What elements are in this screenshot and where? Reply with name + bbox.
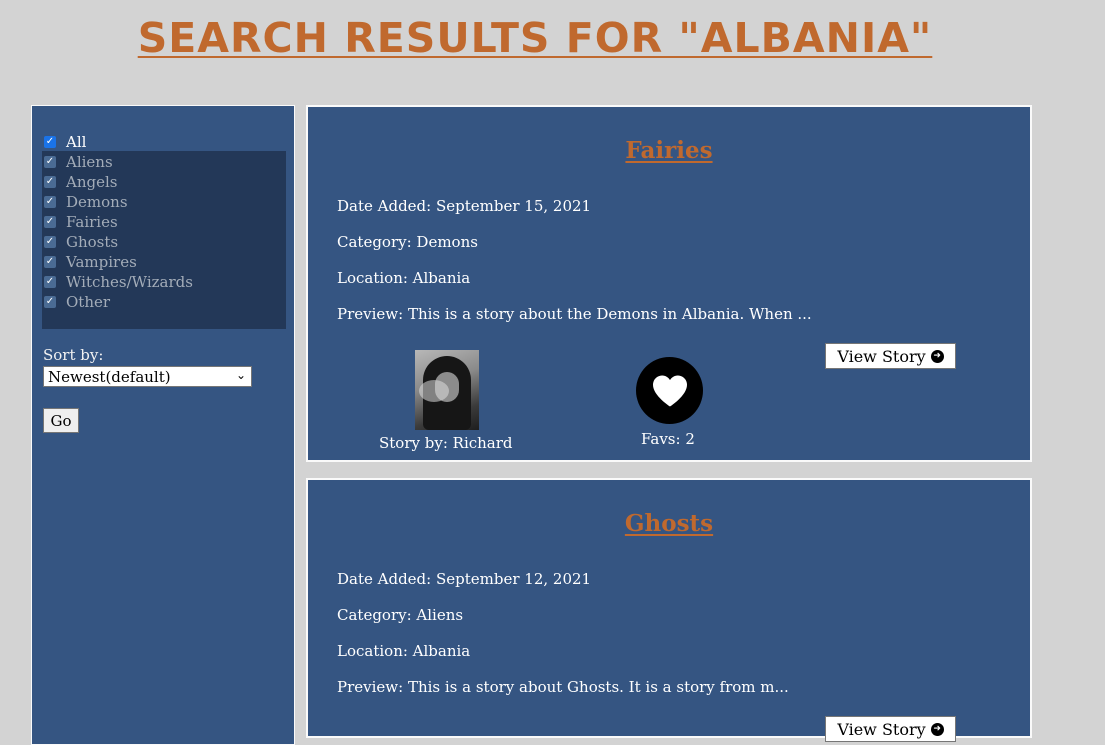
filter-label: Demons xyxy=(66,193,128,211)
story-preview: Preview: This is a story about the Demon… xyxy=(337,305,812,323)
view-story-label: View Story xyxy=(837,346,926,366)
checkbox-checked-icon[interactable]: ✓ xyxy=(44,256,56,268)
arrow-right-circle-icon: ➜ xyxy=(930,349,944,363)
story-preview: Preview: This is a story about Ghosts. I… xyxy=(337,678,789,696)
view-story-button[interactable]: View Story ➜ xyxy=(825,716,956,742)
filter-item-demons[interactable]: ✓ Demons xyxy=(44,193,128,211)
checkbox-checked-icon[interactable]: ✓ xyxy=(44,276,56,288)
view-story-button[interactable]: View Story ➜ xyxy=(825,343,956,369)
filter-item-other[interactable]: ✓ Other xyxy=(44,293,110,311)
chevron-down-icon: ⌄ xyxy=(235,368,246,382)
filter-item-aliens[interactable]: ✓ Aliens xyxy=(44,153,113,171)
filter-label: Angels xyxy=(66,173,118,191)
checkbox-checked-icon[interactable]: ✓ xyxy=(44,216,56,228)
filter-label: Witches/Wizards xyxy=(66,273,193,291)
author-avatar xyxy=(415,350,479,430)
story-date: Date Added: September 15, 2021 xyxy=(337,197,592,215)
story-location: Location: Albania xyxy=(337,269,471,287)
go-button[interactable]: Go xyxy=(43,408,79,433)
filter-item-angels[interactable]: ✓ Angels xyxy=(44,173,117,191)
story-date: Date Added: September 12, 2021 xyxy=(337,570,592,588)
arrow-right-circle-icon: ➜ xyxy=(930,722,944,736)
filter-item-ghosts[interactable]: ✓ Ghosts xyxy=(44,233,118,251)
favorite-button[interactable] xyxy=(636,357,703,424)
story-location: Location: Albania xyxy=(337,642,471,660)
filter-all-checkbox[interactable]: ✓ All xyxy=(44,133,86,151)
story-title-link[interactable]: Fairies xyxy=(308,137,1030,164)
filter-item-witches-wizards[interactable]: ✓ Witches/Wizards xyxy=(44,273,193,291)
filter-label: Aliens xyxy=(66,153,113,171)
story-card: Ghosts Date Added: September 12, 2021 Ca… xyxy=(306,478,1032,742)
checkbox-checked-icon[interactable]: ✓ xyxy=(44,156,56,168)
sort-select[interactable]: Newest(default) ⌄ xyxy=(43,366,252,387)
checkbox-checked-icon[interactable]: ✓ xyxy=(44,136,56,148)
checkbox-checked-icon[interactable]: ✓ xyxy=(44,176,56,188)
checkbox-checked-icon[interactable]: ✓ xyxy=(44,196,56,208)
favorites-count: Favs: 2 xyxy=(641,430,695,448)
checkbox-checked-icon[interactable]: ✓ xyxy=(44,296,56,308)
story-category: Category: Aliens xyxy=(337,606,464,624)
story-title-link[interactable]: Ghosts xyxy=(308,510,1030,537)
story-category: Category: Demons xyxy=(337,233,478,251)
filter-label: Other xyxy=(66,293,111,311)
heart-icon xyxy=(652,375,687,406)
filter-all-label: All xyxy=(66,133,87,151)
filter-label: Fairies xyxy=(66,213,118,231)
page-title: Search Results for "Albania" xyxy=(137,14,933,62)
sort-label: Sort by: xyxy=(43,346,104,364)
filter-item-fairies[interactable]: ✓ Fairies xyxy=(44,213,118,231)
category-filter-list: ✓ Aliens ✓ Angels ✓ Demons ✓ Fairies ✓ G… xyxy=(42,151,286,329)
view-story-label: View Story xyxy=(837,719,926,739)
story-card: Fairies Date Added: September 15, 2021 C… xyxy=(306,105,1032,462)
sort-selected-value: Newest(default) xyxy=(48,367,171,386)
filter-label: Ghosts xyxy=(66,233,119,251)
filter-item-vampires[interactable]: ✓ Vampires xyxy=(44,253,137,271)
checkbox-checked-icon[interactable]: ✓ xyxy=(44,236,56,248)
story-author: Story by: Richard xyxy=(379,434,513,452)
filter-sidebar: ✓ All ✓ Aliens ✓ Angels ✓ Demons ✓ Fairi… xyxy=(31,105,295,745)
filter-label: Vampires xyxy=(66,253,137,271)
